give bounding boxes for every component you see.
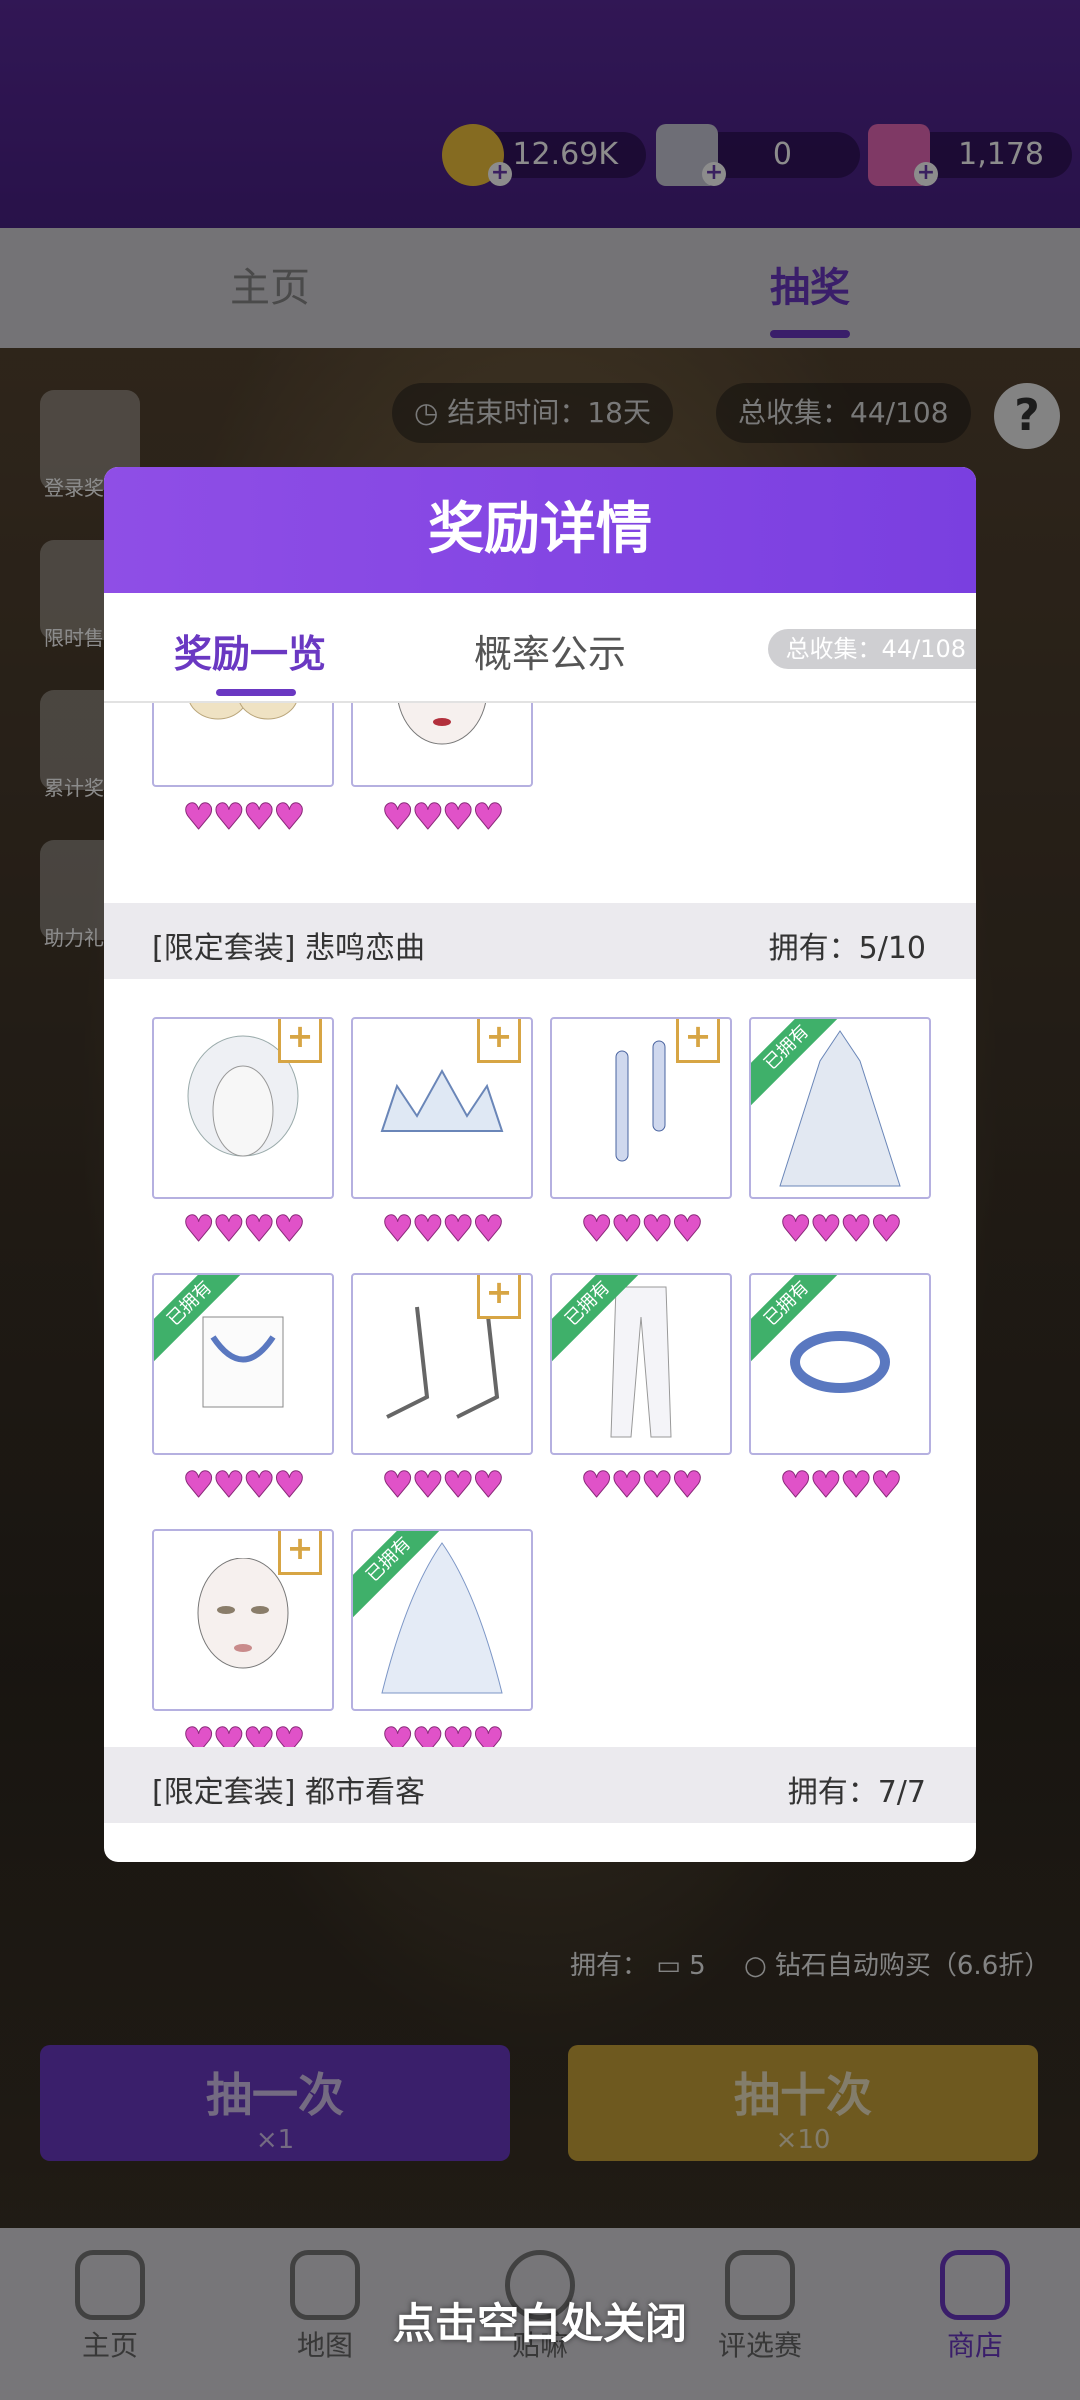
reward-item-stockings[interactable]: 已拥有 xyxy=(550,1273,732,1455)
add-to-wishlist-icon[interactable]: + xyxy=(477,1275,521,1319)
rarity-hearts: ♥♥♥♥ xyxy=(779,1465,903,1507)
add-to-wishlist-icon[interactable]: + xyxy=(477,1019,521,1063)
modal-total-collect: 总收集：44/108 xyxy=(767,629,976,669)
reward-item-gown[interactable]: 已拥有 xyxy=(749,1017,931,1199)
modal-title: 奖励详情 xyxy=(104,467,976,593)
set-name: [限定套装] 都市看客 xyxy=(152,1775,425,1810)
add-to-wishlist-icon[interactable]: + xyxy=(278,1531,322,1575)
rarity-hearts: ♥♥♥♥ xyxy=(182,797,306,839)
rarity-hearts: ♥♥♥♥ xyxy=(381,797,505,839)
makeup-face-image xyxy=(387,703,497,758)
add-to-wishlist-icon[interactable]: + xyxy=(278,1019,322,1063)
rarity-hearts: ♥♥♥♥ xyxy=(182,1209,306,1251)
rarity-hearts: ♥♥♥♥ xyxy=(182,1465,306,1507)
reward-item-makeup[interactable]: + xyxy=(152,1529,334,1711)
crystal-tiara-image xyxy=(372,1061,512,1155)
reward-item-drop-earrings[interactable]: + xyxy=(550,1017,732,1199)
reward-item-veil[interactable]: 已拥有 xyxy=(351,1529,533,1711)
tab-probability[interactable]: 概率公示 xyxy=(474,623,626,678)
add-to-wishlist-icon[interactable]: + xyxy=(676,1019,720,1063)
reward-item-bracelet[interactable]: 已拥有 xyxy=(749,1273,931,1455)
rarity-hearts: ♥♥♥♥ xyxy=(381,1209,505,1251)
tab-reward-overview[interactable]: 奖励一览 xyxy=(174,623,326,678)
rarity-hearts: ♥♥♥♥ xyxy=(580,1209,704,1251)
reward-item-makeup-face[interactable]: 已拥有 xyxy=(351,703,533,787)
modal-tabs: 奖励一览 概率公示 总收集：44/108 xyxy=(104,593,976,703)
lace-gloves-image xyxy=(183,703,303,733)
reward-item-crystal-tiara[interactable]: + xyxy=(351,1017,533,1199)
rarity-hearts: ♥♥♥♥ xyxy=(779,1209,903,1251)
set-count: 拥有：7/7 xyxy=(787,1775,926,1810)
reward-details-modal: 奖励详情 奖励一览 概率公示 总收集：44/108 + ♥♥♥♥ 已拥有 ♥♥♥♥ + ♥… xyxy=(104,467,976,1862)
close-hint: 点击空白处关闭 xyxy=(392,2299,687,2348)
set-header: [限定套装] 悲鸣恋曲 拥有：5/10 xyxy=(104,903,976,979)
reward-list[interactable]: + ♥♥♥♥ 已拥有 ♥♥♥♥ + ♥♥♥♥ + ♥♥♥♥ + ♥♥♥♥ 已拥有 ♥♥♥♥ 已拥有 ♥♥♥… xyxy=(104,703,976,1862)
modal-tab-underline xyxy=(216,689,296,696)
reward-item-heels[interactable]: + xyxy=(351,1273,533,1455)
set-count: 拥有：5/10 xyxy=(768,931,926,966)
rarity-hearts: ♥♥♥♥ xyxy=(381,1465,505,1507)
reward-item-silver-wig[interactable]: + xyxy=(152,1017,334,1199)
reward-item-lace-gloves[interactable]: + xyxy=(152,703,334,787)
reward-item-necklace[interactable]: 已拥有 xyxy=(152,1273,334,1455)
set-header: [限定套装] 都市看客 拥有：7/7 xyxy=(104,1747,976,1823)
set-name: [限定套装] 悲鸣恋曲 xyxy=(152,931,425,966)
rarity-hearts: ♥♥♥♥ xyxy=(580,1465,704,1507)
makeup-image xyxy=(188,1557,298,1682)
bracelet-image xyxy=(785,1322,895,1406)
